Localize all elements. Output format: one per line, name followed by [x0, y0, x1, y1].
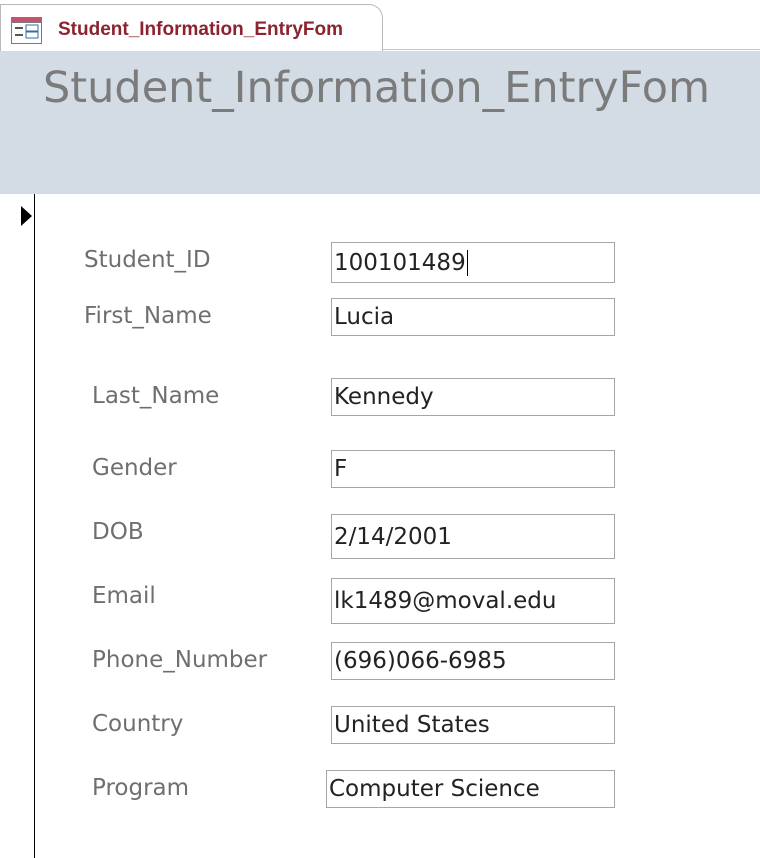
- tab-divider: [383, 49, 760, 50]
- form-header: Student_Information_EntryFom: [0, 51, 760, 194]
- dob-value: 2/14/2001: [334, 523, 452, 550]
- gender-field[interactable]: F: [331, 450, 615, 488]
- last-name-field[interactable]: Kennedy: [331, 378, 615, 416]
- text-cursor: [466, 249, 468, 276]
- tab-label: Student_Information_EntryFom: [58, 19, 344, 40]
- country-value: United States: [334, 712, 490, 738]
- program-field[interactable]: Computer Science: [326, 770, 615, 808]
- dob-label: DOB: [92, 519, 144, 545]
- program-label: Program: [92, 775, 190, 801]
- last-name-label: Last_Name: [92, 383, 220, 409]
- document-tab-strip: Student_Information_EntryFom: [0, 0, 760, 51]
- program-value: Computer Science: [329, 776, 540, 802]
- phone-number-value: (696)066-6985: [334, 648, 507, 674]
- gender-label: Gender: [92, 455, 177, 481]
- first-name-field[interactable]: Lucia: [331, 298, 615, 336]
- form-icon: [11, 17, 42, 44]
- first-name-label: First_Name: [84, 303, 212, 329]
- first-name-value: Lucia: [334, 304, 395, 330]
- last-name-value: Kennedy: [334, 384, 434, 410]
- student-id-value: 100101489: [334, 249, 466, 276]
- country-label: Country: [92, 711, 184, 737]
- email-field[interactable]: lk1489@moval.edu: [331, 578, 615, 624]
- phone-number-label: Phone_Number: [92, 647, 268, 673]
- student-id-field[interactable]: 100101489: [331, 242, 615, 283]
- form-title: Student_Information_EntryFom: [43, 63, 710, 113]
- country-field[interactable]: United States: [331, 706, 615, 744]
- current-record-arrow-icon: [21, 206, 32, 226]
- record-selector[interactable]: [0, 194, 35, 858]
- form-document-tab[interactable]: Student_Information_EntryFom: [0, 4, 383, 51]
- gender-value: F: [334, 456, 348, 482]
- phone-number-field[interactable]: (696)066-6985: [331, 642, 615, 680]
- dob-field[interactable]: 2/14/2001: [331, 514, 615, 559]
- email-label: Email: [92, 583, 156, 609]
- student-id-label: Student_ID: [84, 247, 211, 273]
- email-value: lk1489@moval.edu: [334, 588, 557, 614]
